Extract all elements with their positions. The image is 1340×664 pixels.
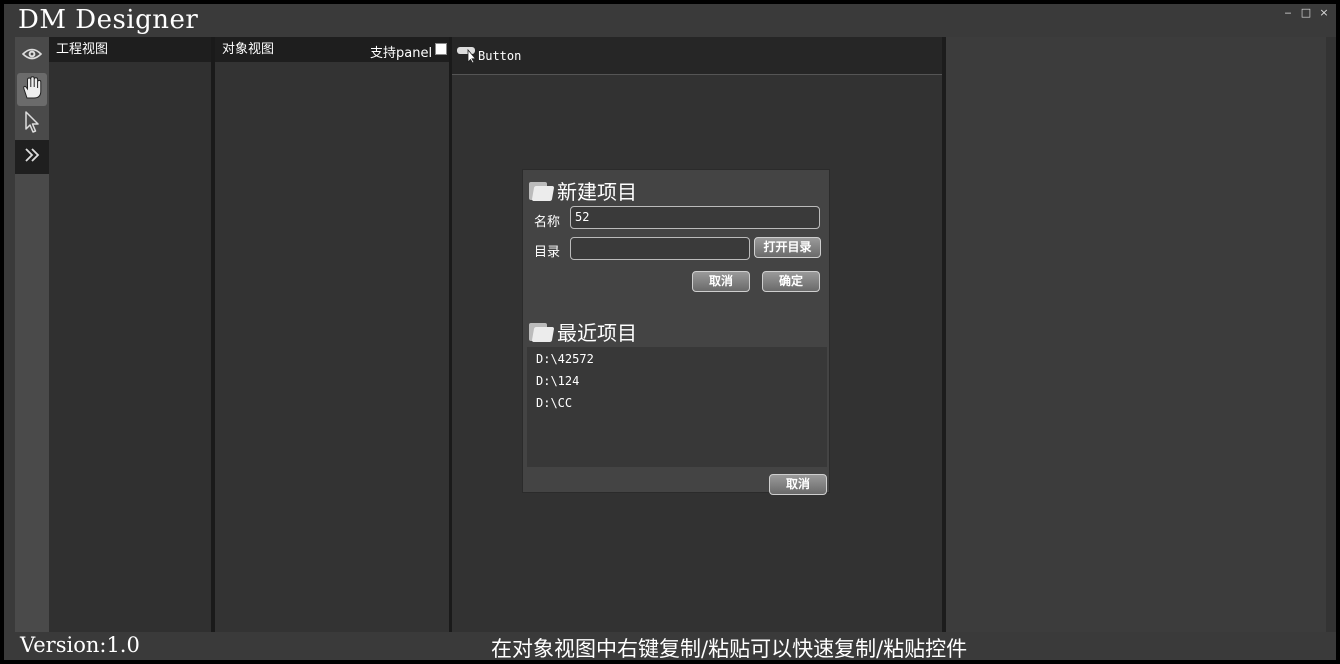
component-bar: Button [452,37,942,75]
tool-strip [15,37,49,632]
minimize-button[interactable]: ‒ [1282,6,1294,19]
maximize-button[interactable]: □ [1300,6,1312,19]
button-component-label: Button [478,49,522,63]
properties-panel[interactable] [946,37,1326,632]
hint-text: 在对象视图中右键复制/粘贴可以快速复制/粘贴控件 [491,637,968,661]
cancel-button[interactable]: 取消 [692,271,750,292]
hand-tool[interactable] [17,73,47,106]
new-project-dialog: 新建项目 名称 52 目录 打开目录 取消 确定 最近项目 D:\42572 D… [522,169,830,495]
eye-icon [21,46,43,66]
recent-cancel-button[interactable]: 取消 [769,474,827,495]
new-project-title-text: 新建项目 [557,180,637,204]
version-text: Version:1.0 [20,633,140,657]
folder-icon [529,321,555,343]
window-controls: ‒ □ × [1282,6,1330,19]
view-tool[interactable] [15,39,49,72]
recent-projects-title: 最近项目 [529,317,637,346]
recent-project-item[interactable]: D:\124 [536,374,579,388]
open-directory-button[interactable]: 打开目录 [754,237,821,258]
support-panel-checkbox[interactable] [435,43,447,55]
recent-projects-title-text: 最近项目 [557,321,637,345]
recent-projects-list: D:\42572 D:\124 D:\CC [527,347,827,467]
folder-icon [529,180,555,202]
app-title: DM Designer [18,5,199,35]
button-component-icon [456,45,478,66]
directory-label: 目录 [534,245,561,260]
status-bar: Version:1.0 在对象视图中右键复制/粘贴可以快速复制/粘贴控件 [4,632,1336,661]
hand-icon [21,75,43,104]
select-tool[interactable] [15,107,49,140]
double-chevron-right-icon [24,147,40,167]
ok-button[interactable]: 确定 [762,271,820,292]
expand-tool[interactable] [15,140,49,174]
button-component[interactable]: Button [456,45,521,66]
project-view-panel[interactable] [49,62,211,632]
recent-project-item[interactable]: D:\42572 [536,352,594,366]
project-view-header[interactable]: 工程视图 [49,37,211,62]
pointer-icon [24,110,40,137]
close-button[interactable]: × [1318,6,1330,19]
title-bar: DM Designer ‒ □ × [4,4,1336,37]
recent-project-item[interactable]: D:\CC [536,396,572,410]
main-window: DM Designer ‒ □ × 工程视图 对象视图 支持panel Butt… [4,4,1336,661]
name-input[interactable]: 52 [570,206,820,229]
support-panel-label: 支持panel [370,46,433,61]
object-view-panel[interactable] [215,62,449,632]
name-label: 名称 [534,215,561,230]
new-project-title: 新建项目 [529,176,637,205]
directory-input[interactable] [570,237,750,260]
right-scrollbar[interactable] [1326,37,1336,632]
